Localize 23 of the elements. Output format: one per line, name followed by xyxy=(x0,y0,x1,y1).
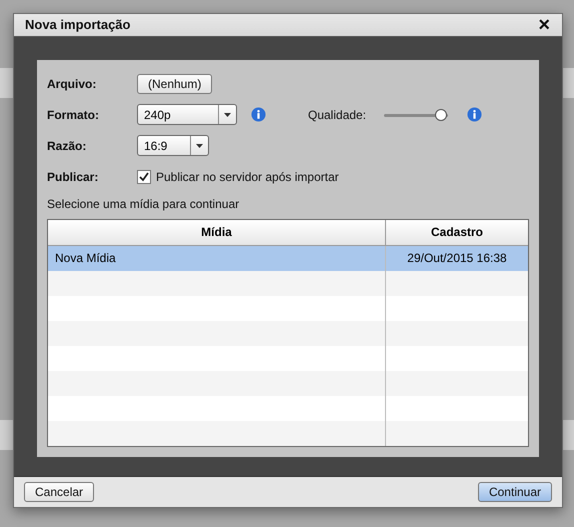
checkbox-label[interactable]: Publicar no servidor após importar xyxy=(156,170,339,184)
column-header[interactable]: Mídia xyxy=(48,220,386,244)
check-icon xyxy=(139,172,149,182)
info-icon[interactable] xyxy=(251,107,266,122)
continue-button[interactable]: Continuar xyxy=(478,482,552,502)
slider-thumb[interactable] xyxy=(434,108,447,120)
checkbox[interactable] xyxy=(137,170,151,184)
column-header[interactable]: Cadastro xyxy=(386,220,528,244)
info-icon[interactable] xyxy=(467,107,482,122)
dialog-title: Nova importação xyxy=(25,17,130,32)
field-label: Qualidade: xyxy=(308,108,366,122)
format-select[interactable]: 240p xyxy=(137,104,237,125)
ratio-select[interactable]: 16:9 xyxy=(137,135,209,156)
table-cell-text: 29/Out/2015 16:38 xyxy=(406,250,508,267)
hint-text: Selecione uma mídia para continuar xyxy=(47,196,240,210)
file-button[interactable]: (Nenhum) xyxy=(137,74,212,94)
cancel-button[interactable]: Cancelar xyxy=(24,482,94,502)
field-label: Publicar: xyxy=(47,170,100,184)
close-button[interactable]: × xyxy=(538,14,550,35)
field-label: Arquivo: xyxy=(47,76,98,90)
field-label: Razão: xyxy=(47,138,88,152)
field-label: Formato: xyxy=(47,108,100,122)
table-row[interactable]: Nova Mídia 29/Out/2015 16:38 xyxy=(48,246,528,270)
